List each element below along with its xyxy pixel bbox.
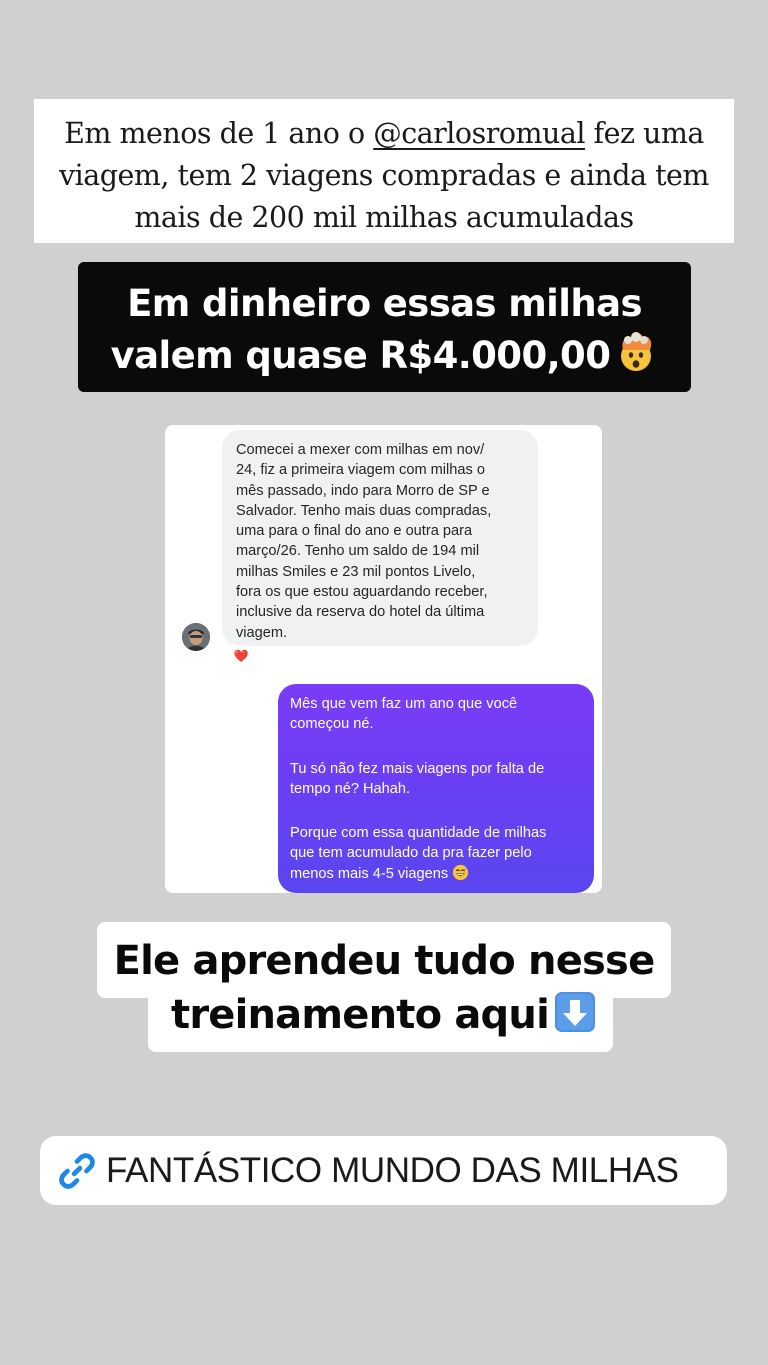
outgoing-message-3: Porque com essa quantidade de milhas que… <box>290 823 584 884</box>
training-line-1: Ele aprendeu tudo nesse <box>113 938 656 984</box>
link-icon <box>59 1152 95 1189</box>
caption-text-start: Em menos de 1 ano o <box>64 117 374 150</box>
top-caption: Em menos de 1 ano o @carlosromual fez um… <box>34 99 734 243</box>
outgoing-message-3-text: Porque com essa quantidade de milhas que… <box>290 825 547 882</box>
avatar <box>182 623 210 651</box>
heart-reaction-icon: ❤️ <box>233 649 249 663</box>
headline-line-2-text: valem quase R$4.000,00 <box>110 334 611 377</box>
exploding-head-emoji <box>621 332 652 371</box>
training-line-2: treinamento aqui <box>97 988 671 1042</box>
incoming-message-bubble: Comecei a mexer com milhas em nov/ 24, f… <box>222 430 538 646</box>
outgoing-message-bubble: Mês que vem faz um ano que você começou … <box>278 684 594 893</box>
training-text: Ele aprendeu tudo nesse treinamento aqui <box>97 934 671 1042</box>
avatar-face-icon <box>182 623 210 651</box>
training-line-2-text: treinamento aqui <box>171 992 550 1038</box>
down-arrow-emoji <box>554 992 595 1032</box>
headline-line-1: Em dinheiro essas milhas <box>127 282 642 325</box>
chat-screenshot: Comecei a mexer com milhas em nov/ 24, f… <box>165 425 602 893</box>
grinning-sweat-emoji <box>453 864 469 880</box>
headline-box: Em dinheiro essas milhas valem quase R$4… <box>78 262 691 392</box>
outgoing-message-1: Mês que vem faz um ano que você começou … <box>290 696 518 733</box>
user-mention-link[interactable]: @carlosromual <box>373 117 585 150</box>
headline-line-2: valem quase R$4.000,00 <box>86 330 683 382</box>
link-sticker-label: FANTÁSTICO MUNDO DAS MILHAS <box>106 1150 679 1190</box>
link-sticker[interactable]: FANTÁSTICO MUNDO DAS MILHAS <box>40 1136 727 1205</box>
heart-reaction[interactable]: ❤️ <box>228 645 254 667</box>
outgoing-message-2: Tu só não fez mais viagens por falta de … <box>290 760 545 797</box>
